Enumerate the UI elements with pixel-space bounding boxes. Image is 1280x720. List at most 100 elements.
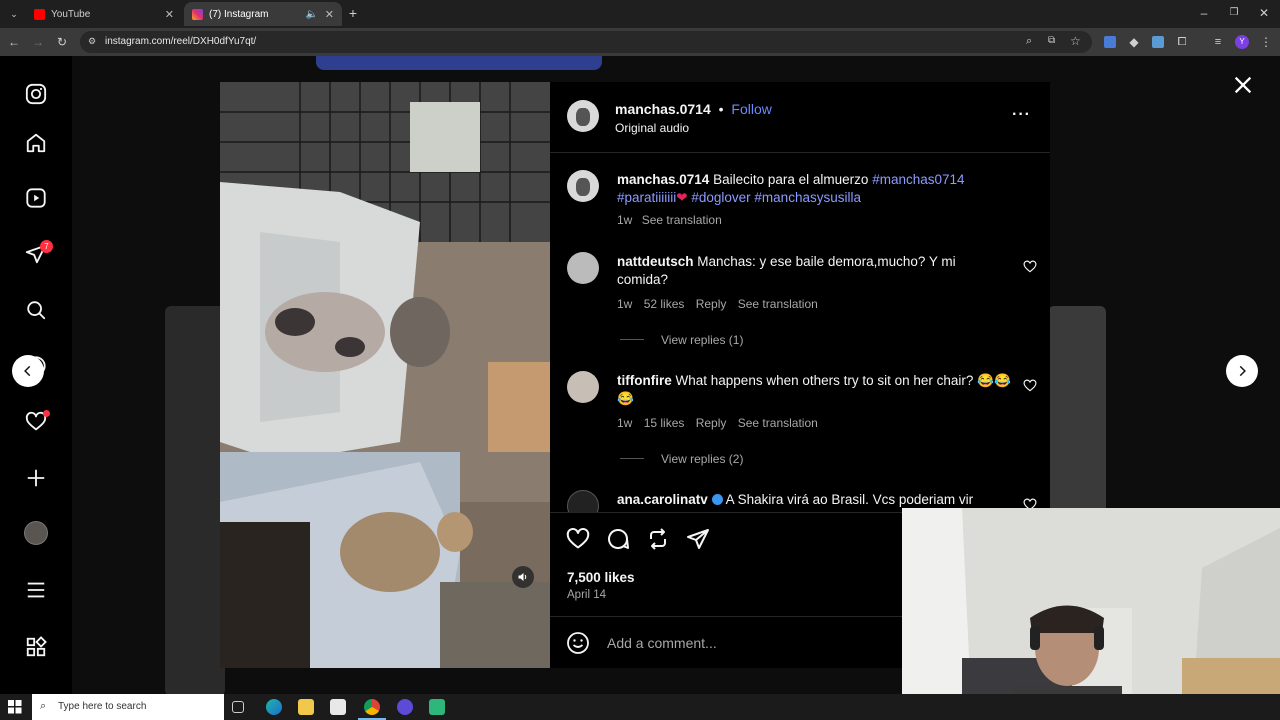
chrome-icon[interactable]	[364, 699, 380, 715]
commenter-avatar[interactable]	[567, 252, 599, 284]
hashtag-link[interactable]: #manchas0714	[872, 172, 964, 187]
create-icon[interactable]	[22, 464, 50, 492]
close-tab-icon[interactable]: ✕	[325, 8, 334, 21]
chrome-menu-icon[interactable]: ⋮	[1258, 34, 1274, 50]
caption-username[interactable]: manchas.0714	[617, 172, 709, 187]
see-translation-link[interactable]: See translation	[642, 213, 722, 227]
caption-text: Bailecito para el almuerzo	[713, 172, 869, 187]
taskbar-search[interactable]: ⌕ Type here to search	[32, 694, 224, 720]
restore-icon[interactable]: ❐	[1226, 5, 1242, 21]
instagram-logo-icon[interactable]	[22, 80, 50, 108]
edge-browser-icon[interactable]	[266, 699, 282, 715]
like-comment-icon[interactable]	[1023, 379, 1037, 393]
app-icon[interactable]	[397, 699, 413, 715]
taskbar-search-placeholder: Type here to search	[58, 701, 147, 712]
forward-icon[interactable]: →	[30, 34, 46, 50]
tab-title: (7) Instagram	[209, 8, 269, 20]
red-heart-emoji: ❤	[676, 190, 688, 205]
new-tab-icon[interactable]: +	[345, 5, 361, 21]
instagram-favicon-icon	[192, 8, 203, 20]
tab-search-icon[interactable]: ⌄	[6, 6, 22, 22]
background-reel-card	[165, 306, 225, 694]
extension-diamond-icon[interactable]: ◆	[1126, 34, 1142, 50]
next-reel-button[interactable]	[1226, 355, 1258, 387]
comment-text: A Shakira virá ao Brasil. Vcs poderiam v…	[725, 492, 974, 507]
home-icon[interactable]	[22, 129, 50, 157]
commenter-avatar[interactable]	[567, 490, 599, 512]
back-icon[interactable]: ←	[6, 34, 22, 50]
comment-username[interactable]: nattdeutsch	[617, 254, 694, 269]
url-bar[interactable]: ⚙ instagram.com/reel/DXH0dfYu7qt/ ⌕ ⧉ ☆	[80, 31, 1092, 53]
minimize-icon[interactable]: –	[1196, 5, 1212, 21]
chevron-right-icon	[1239, 365, 1246, 377]
comment-username[interactable]: tiffonfire	[617, 373, 672, 388]
reels-icon[interactable]	[22, 184, 50, 212]
reply-button[interactable]: Reply	[696, 416, 727, 430]
bookmark-star-icon[interactable]: ☆	[1070, 34, 1081, 48]
see-translation-link[interactable]: See translation	[738, 416, 818, 430]
likes-count[interactable]: 7,500 likes	[567, 570, 635, 585]
extensions-puzzle-icon[interactable]: ⧠	[1174, 34, 1190, 50]
reply-button[interactable]: Reply	[696, 297, 727, 311]
reading-list-icon[interactable]: ≡	[1210, 34, 1226, 50]
comment-icon[interactable]	[606, 527, 630, 551]
mute-toggle-button[interactable]	[512, 566, 534, 588]
author-avatar[interactable]	[567, 170, 599, 202]
profile-avatar-icon[interactable]: Y	[1234, 34, 1250, 50]
like-comment-icon[interactable]	[1023, 260, 1037, 274]
translate-extension-icon[interactable]	[1102, 34, 1118, 50]
hashtag-link[interactable]: #manchasysusilla	[754, 190, 861, 205]
comment-likes[interactable]: 15 likes	[644, 416, 685, 430]
hashtag-link[interactable]: #paratiiiiiii	[617, 190, 676, 205]
comment-meta: 1w 15 likes Reply See translation	[617, 416, 818, 430]
share-icon[interactable]	[686, 527, 710, 551]
see-translation-link[interactable]: See translation	[738, 297, 818, 311]
youtube-favicon-icon	[34, 8, 45, 20]
reel-video[interactable]	[220, 82, 550, 668]
close-window-icon[interactable]: ✕	[1256, 5, 1272, 21]
file-explorer-icon[interactable]	[298, 699, 314, 715]
emoji-icon[interactable]	[566, 631, 590, 655]
apps-icon[interactable]	[22, 633, 50, 661]
tab-youtube[interactable]: YouTube ✕	[26, 2, 182, 26]
tab-instagram[interactable]: (7) Instagram 🔈 ✕	[184, 2, 342, 26]
background-banner	[316, 56, 602, 70]
comment-text: What happens when others try to sit on h…	[617, 373, 1011, 406]
close-icon	[1234, 76, 1252, 94]
comment-likes[interactable]: 52 likes	[644, 297, 685, 311]
task-view-icon[interactable]	[232, 701, 244, 713]
store-icon[interactable]	[330, 699, 346, 715]
profile-icon[interactable]	[22, 519, 50, 547]
repost-icon[interactable]	[646, 527, 670, 551]
close-modal-button[interactable]	[1232, 74, 1254, 96]
start-button[interactable]	[8, 700, 22, 714]
hashtag-link[interactable]: #doglover	[691, 190, 750, 205]
caption-time: 1w	[617, 213, 633, 227]
close-tab-icon[interactable]: ✕	[165, 8, 174, 21]
comment: tiffonfire What happens when others try …	[617, 372, 1012, 408]
comment-username[interactable]: ana.carolinatv	[617, 492, 708, 507]
view-replies-button[interactable]: View replies (1)	[661, 333, 743, 347]
follow-button[interactable]: Follow	[731, 101, 771, 117]
mute-tab-icon[interactable]: 🔈	[306, 9, 318, 20]
commenter-avatar[interactable]	[567, 371, 599, 403]
windows-logo-icon	[8, 700, 22, 714]
more-icon[interactable]	[22, 576, 50, 604]
previous-reel-button[interactable]	[12, 355, 44, 387]
add-comment-input[interactable]: Add a comment...	[607, 635, 907, 651]
install-icon[interactable]: ⧉	[1048, 35, 1055, 46]
zoom-icon[interactable]: ⌕	[1026, 35, 1032, 48]
more-options-icon[interactable]: ···	[1012, 106, 1031, 124]
author-username[interactable]: manchas.0714	[615, 101, 711, 117]
site-info-icon[interactable]: ⚙	[88, 36, 96, 47]
extension-icon[interactable]	[1150, 34, 1166, 50]
reload-icon[interactable]: ↻	[54, 34, 70, 50]
view-replies-button[interactable]: View replies (2)	[661, 452, 743, 466]
windows-taskbar: ⌕ Type here to search	[0, 694, 1280, 720]
author-avatar[interactable]	[567, 100, 599, 132]
app-icon[interactable]	[429, 699, 445, 715]
caption: manchas.0714 Bailecito para el almuerzo …	[617, 171, 987, 207]
search-icon[interactable]	[22, 296, 50, 324]
original-audio-link[interactable]: Original audio	[615, 121, 689, 135]
like-icon[interactable]	[566, 527, 590, 551]
